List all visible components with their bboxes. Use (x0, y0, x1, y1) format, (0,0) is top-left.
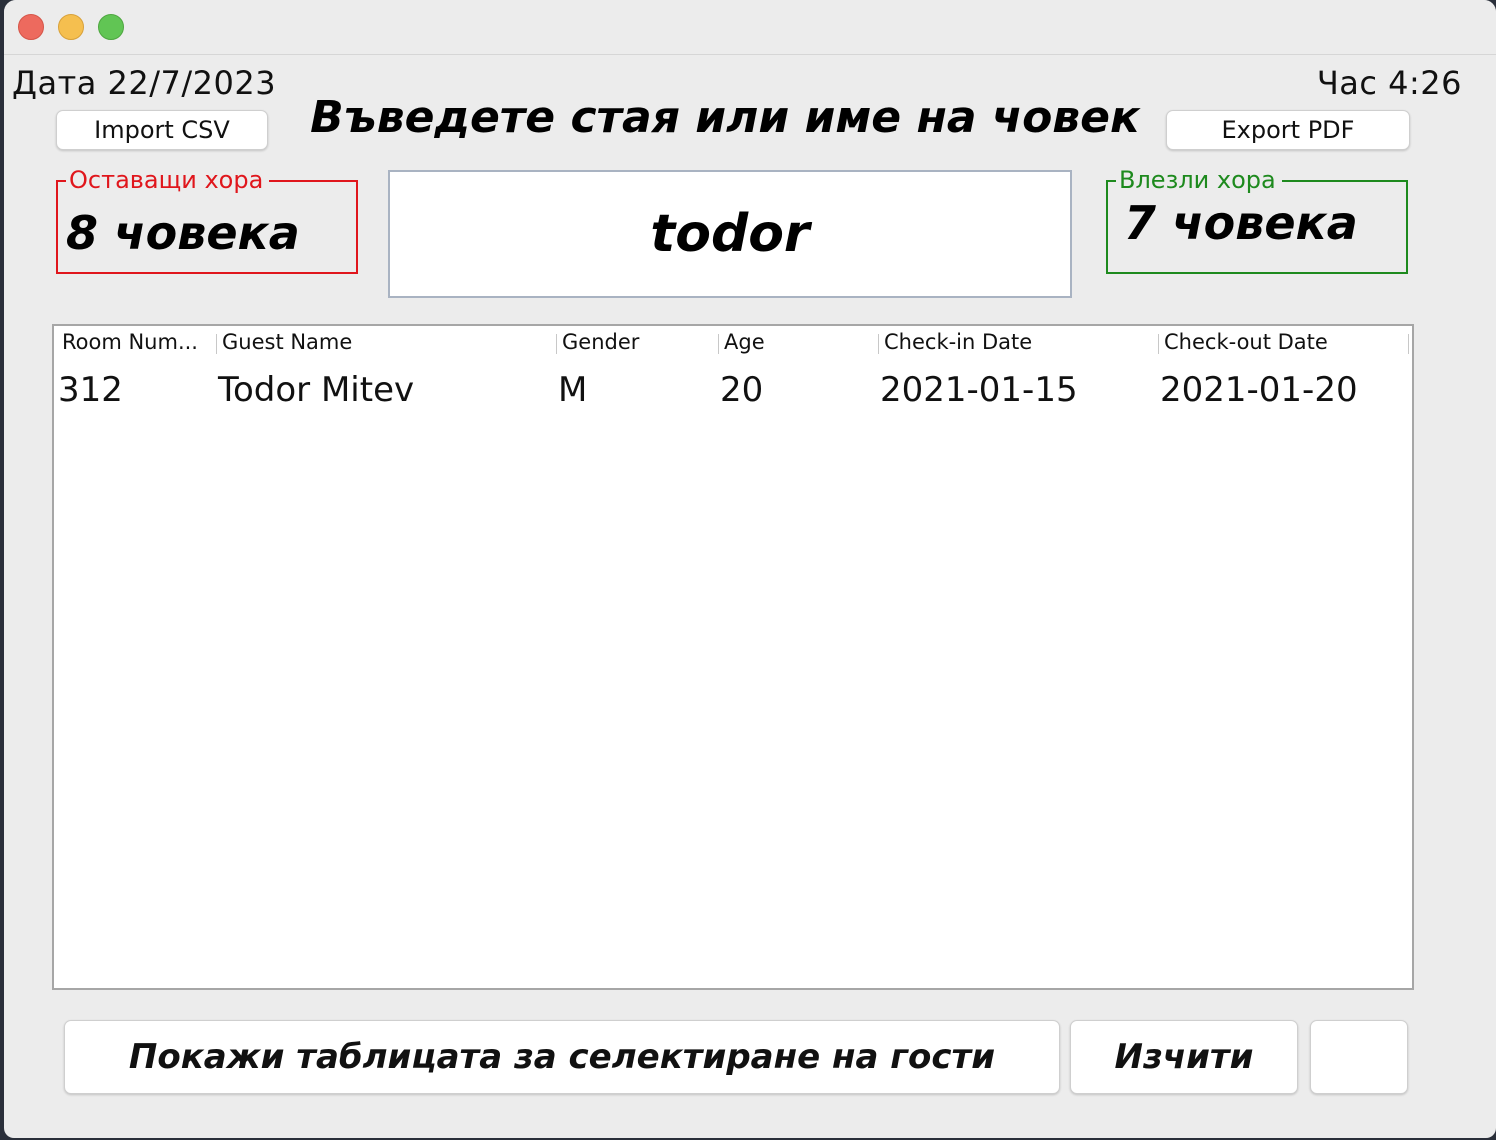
cell-gender: M (558, 370, 588, 410)
column-header-gender[interactable]: Gender (556, 330, 718, 356)
table-row[interactable]: 312 Todor Mitev M 20 2021-01-15 2021-01-… (54, 366, 1412, 410)
cell-age: 20 (720, 370, 764, 410)
export-pdf-button[interactable]: Export PDF (1166, 110, 1410, 150)
import-csv-button[interactable]: Import CSV (56, 110, 268, 150)
remaining-people-count: 8 човека (66, 206, 300, 260)
time-label: Час 4:26 (1316, 64, 1462, 102)
cell-guest-name: Todor Mitev (218, 370, 415, 410)
close-window-button[interactable] (18, 14, 44, 40)
column-header-check-in-date[interactable]: Check-in Date (878, 330, 1158, 356)
remaining-people-legend: Оставащи хора (66, 166, 270, 194)
cell-room-number: 312 (58, 370, 123, 410)
cell-check-out-date: 2021-01-20 (1160, 370, 1358, 410)
clear-button[interactable]: Изчити (1070, 1020, 1298, 1094)
entered-people-panel: Влезли хора 7 човека (1106, 166, 1408, 274)
search-input[interactable] (388, 170, 1072, 298)
entered-people-legend: Влезли хора (1116, 166, 1282, 194)
entered-people-count: 7 човека (1124, 196, 1358, 250)
minimize-window-button[interactable] (58, 14, 84, 40)
date-label: Дата 22/7/2023 (12, 64, 277, 102)
column-header-check-out-date[interactable]: Check-out Date (1158, 330, 1408, 356)
extra-button[interactable] (1310, 1020, 1408, 1094)
guest-table[interactable]: Room Num... Guest Name Gender Age Check-… (52, 324, 1414, 990)
app-window: Дата 22/7/2023 Час 4:26 Import CSV Въвед… (4, 0, 1496, 1138)
column-header-age[interactable]: Age (718, 330, 878, 356)
table-header: Room Num... Guest Name Gender Age Check-… (54, 326, 1412, 360)
cell-check-in-date: 2021-01-15 (880, 370, 1078, 410)
column-header-room-number[interactable]: Room Num... (56, 330, 216, 356)
title-bar (4, 0, 1496, 55)
column-divider[interactable] (1408, 334, 1409, 354)
show-guest-selection-table-button[interactable]: Покажи таблицата за селектиране на гости (64, 1020, 1060, 1094)
page-title: Въведете стая или име на човек (310, 92, 1140, 143)
column-header-guest-name[interactable]: Guest Name (216, 330, 556, 356)
maximize-window-button[interactable] (98, 14, 124, 40)
remaining-people-panel: Оставащи хора 8 човека (56, 166, 358, 274)
